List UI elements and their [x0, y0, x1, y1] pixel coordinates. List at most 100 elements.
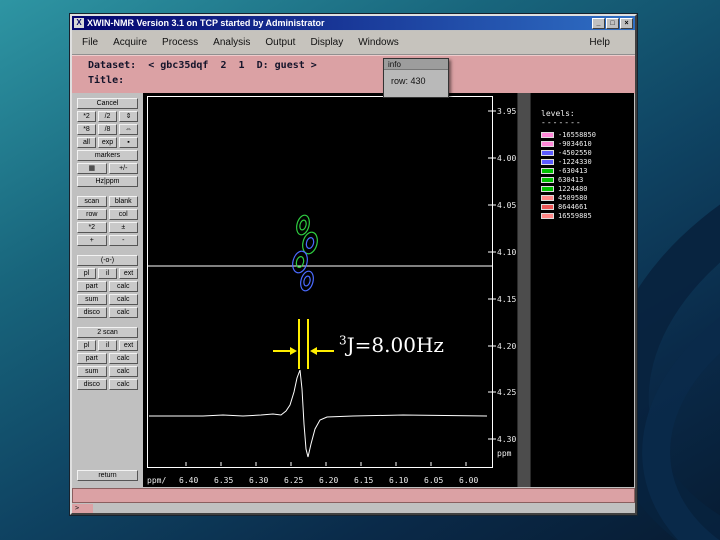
- level-swatch: [541, 194, 554, 201]
- tool-button-il[interactable]: il: [98, 268, 117, 279]
- level-value: 16559885: [558, 211, 592, 220]
- tool-button-sum[interactable]: sum: [77, 294, 107, 305]
- tool-row: return: [77, 470, 138, 481]
- tool-button-2[interactable]: /2: [98, 111, 117, 122]
- tool-button-return[interactable]: return: [77, 470, 138, 481]
- tool-button-2[interactable]: *2: [77, 111, 96, 122]
- tool-button-calc[interactable]: calc: [108, 307, 138, 318]
- level-value: -4502550: [558, 148, 592, 157]
- tool-button-calc[interactable]: calc: [108, 294, 138, 305]
- y-axis-ticks: [488, 110, 496, 440]
- tool-row: *2/2 ⇕: [77, 111, 138, 122]
- info-popup[interactable]: info row: 430: [383, 58, 449, 98]
- tool-button-calc[interactable]: calc: [108, 379, 138, 390]
- tool-button-o[interactable]: (-o-): [77, 255, 138, 266]
- title-bar[interactable]: X XWIN-NMR Version 3.1 on TCP started by…: [72, 16, 635, 30]
- command-line[interactable]: >: [72, 504, 93, 513]
- window-title: XWIN-NMR Version 3.1 on TCP started by A…: [87, 18, 325, 28]
- level-value: -630413: [558, 166, 588, 175]
- tool-button-icon[interactable]: ▦: [77, 163, 107, 174]
- tool-button-calc[interactable]: calc: [108, 366, 138, 377]
- tool-button-disco[interactable]: disco: [77, 379, 107, 390]
- dataset-label: Dataset:: [88, 60, 137, 71]
- tool-button-icon[interactable]: ⇕: [119, 111, 138, 122]
- menu-item-process[interactable]: Process: [162, 37, 198, 48]
- level-entry: 1224480: [541, 184, 634, 193]
- tool-button-pl[interactable]: pl: [77, 340, 96, 351]
- level-entry: 630413: [541, 175, 634, 184]
- info-popup-row-readout: row: 430: [391, 76, 426, 86]
- tool-button-icon[interactable]: ⇔: [119, 124, 138, 135]
- tool-row: *8/8 ⇔: [77, 124, 138, 135]
- maximize-button[interactable]: □: [606, 17, 619, 29]
- tool-button-part[interactable]: part: [77, 281, 107, 292]
- close-button[interactable]: ×: [620, 17, 633, 29]
- menu-item-windows[interactable]: Windows: [358, 37, 399, 48]
- menu-item-analysis[interactable]: Analysis: [213, 37, 250, 48]
- tool-button-icon[interactable]: ▪: [119, 137, 138, 148]
- tool-button-2-scan[interactable]: 2 scan: [77, 327, 138, 338]
- tool-row: part calc: [77, 353, 138, 364]
- tool-row: pl il ext: [77, 340, 138, 351]
- level-swatch: [541, 149, 554, 156]
- tool-row: row col: [77, 209, 138, 220]
- tool-button-ext[interactable]: ext: [119, 340, 138, 351]
- tool-button-markers[interactable]: markers: [77, 150, 138, 161]
- tool-button-exp[interactable]: exp: [98, 137, 117, 148]
- tool-button-sum[interactable]: sum: [77, 366, 107, 377]
- menu-item-output[interactable]: Output: [265, 37, 295, 48]
- tool-button-cancel[interactable]: Cancel: [77, 98, 138, 109]
- tool-button-icon[interactable]: +: [77, 235, 107, 246]
- level-entry: -16558850: [541, 130, 634, 139]
- tool-button-2[interactable]: *2: [77, 222, 107, 233]
- menu-item-file[interactable]: File: [82, 37, 98, 48]
- app-icon: X: [74, 18, 84, 28]
- tool-row: + -: [77, 235, 138, 246]
- tool-button-scan[interactable]: scan: [77, 196, 107, 207]
- tool-button-blank[interactable]: blank: [108, 196, 138, 207]
- tool-button-8[interactable]: /8: [98, 124, 117, 135]
- menu-item-acquire[interactable]: Acquire: [113, 37, 147, 48]
- level-entry: 8644661: [541, 202, 634, 211]
- level-entry: 16559885: [541, 211, 634, 220]
- menu-item-display[interactable]: Display: [310, 37, 343, 48]
- y-axis-unit: ppm: [497, 449, 512, 458]
- level-swatch: [541, 185, 554, 192]
- tool-button-il[interactable]: il: [98, 340, 117, 351]
- dataset-line: Dataset: < gbc35dqf 2 1 D: guest >: [72, 56, 635, 71]
- level-swatch: [541, 176, 554, 183]
- tool-button-calc[interactable]: calc: [108, 281, 138, 292]
- tool-button-icon[interactable]: ±: [108, 222, 138, 233]
- level-swatch: [541, 203, 554, 210]
- level-swatch: [541, 158, 554, 165]
- level-swatch: [541, 167, 554, 174]
- tool-button-icon[interactable]: +/-: [108, 163, 138, 174]
- spectrum-trace: [149, 369, 488, 458]
- tool-button-calc[interactable]: calc: [108, 353, 138, 364]
- level-swatch: [541, 140, 554, 147]
- tool-button-part[interactable]: part: [77, 353, 107, 364]
- menu-items: File Acquire Process Analysis Output Display W…: [82, 37, 414, 48]
- levels-title: levels:: [541, 109, 575, 118]
- tool-row: 2 scan: [77, 327, 138, 338]
- tool-button-ext[interactable]: ext: [119, 268, 138, 279]
- tool-button-pl[interactable]: pl: [77, 268, 96, 279]
- level-value: 630413: [558, 175, 584, 184]
- tool-button-disco[interactable]: disco: [77, 307, 107, 318]
- tool-button-icon[interactable]: -: [108, 235, 138, 246]
- tool-button-8[interactable]: *8: [77, 124, 96, 135]
- menu-item-help[interactable]: Help: [589, 37, 610, 48]
- tool-button-all[interactable]: all: [77, 137, 96, 148]
- tool-row: pl il ext: [77, 268, 138, 279]
- tool-row: disco calc: [77, 307, 138, 318]
- tool-button-hz-ppm[interactable]: Hz|ppm: [77, 176, 138, 187]
- level-entry: 4509580: [541, 193, 634, 202]
- tool-row: sum calc: [77, 366, 138, 377]
- tool-button-col[interactable]: col: [108, 209, 138, 220]
- dataset-header: Dataset: < gbc35dqf 2 1 D: guest > Title…: [72, 55, 635, 94]
- minimize-button[interactable]: _: [592, 17, 605, 29]
- x-axis-ticks: [185, 462, 467, 466]
- tool-button-row[interactable]: row: [77, 209, 107, 220]
- spectrum-plot[interactable]: 3.95 4.00 4.05 4.10 4.15 4.20 4.25 4.30 6.40 6.3…: [143, 93, 517, 487]
- level-value: 8644661: [558, 202, 588, 211]
